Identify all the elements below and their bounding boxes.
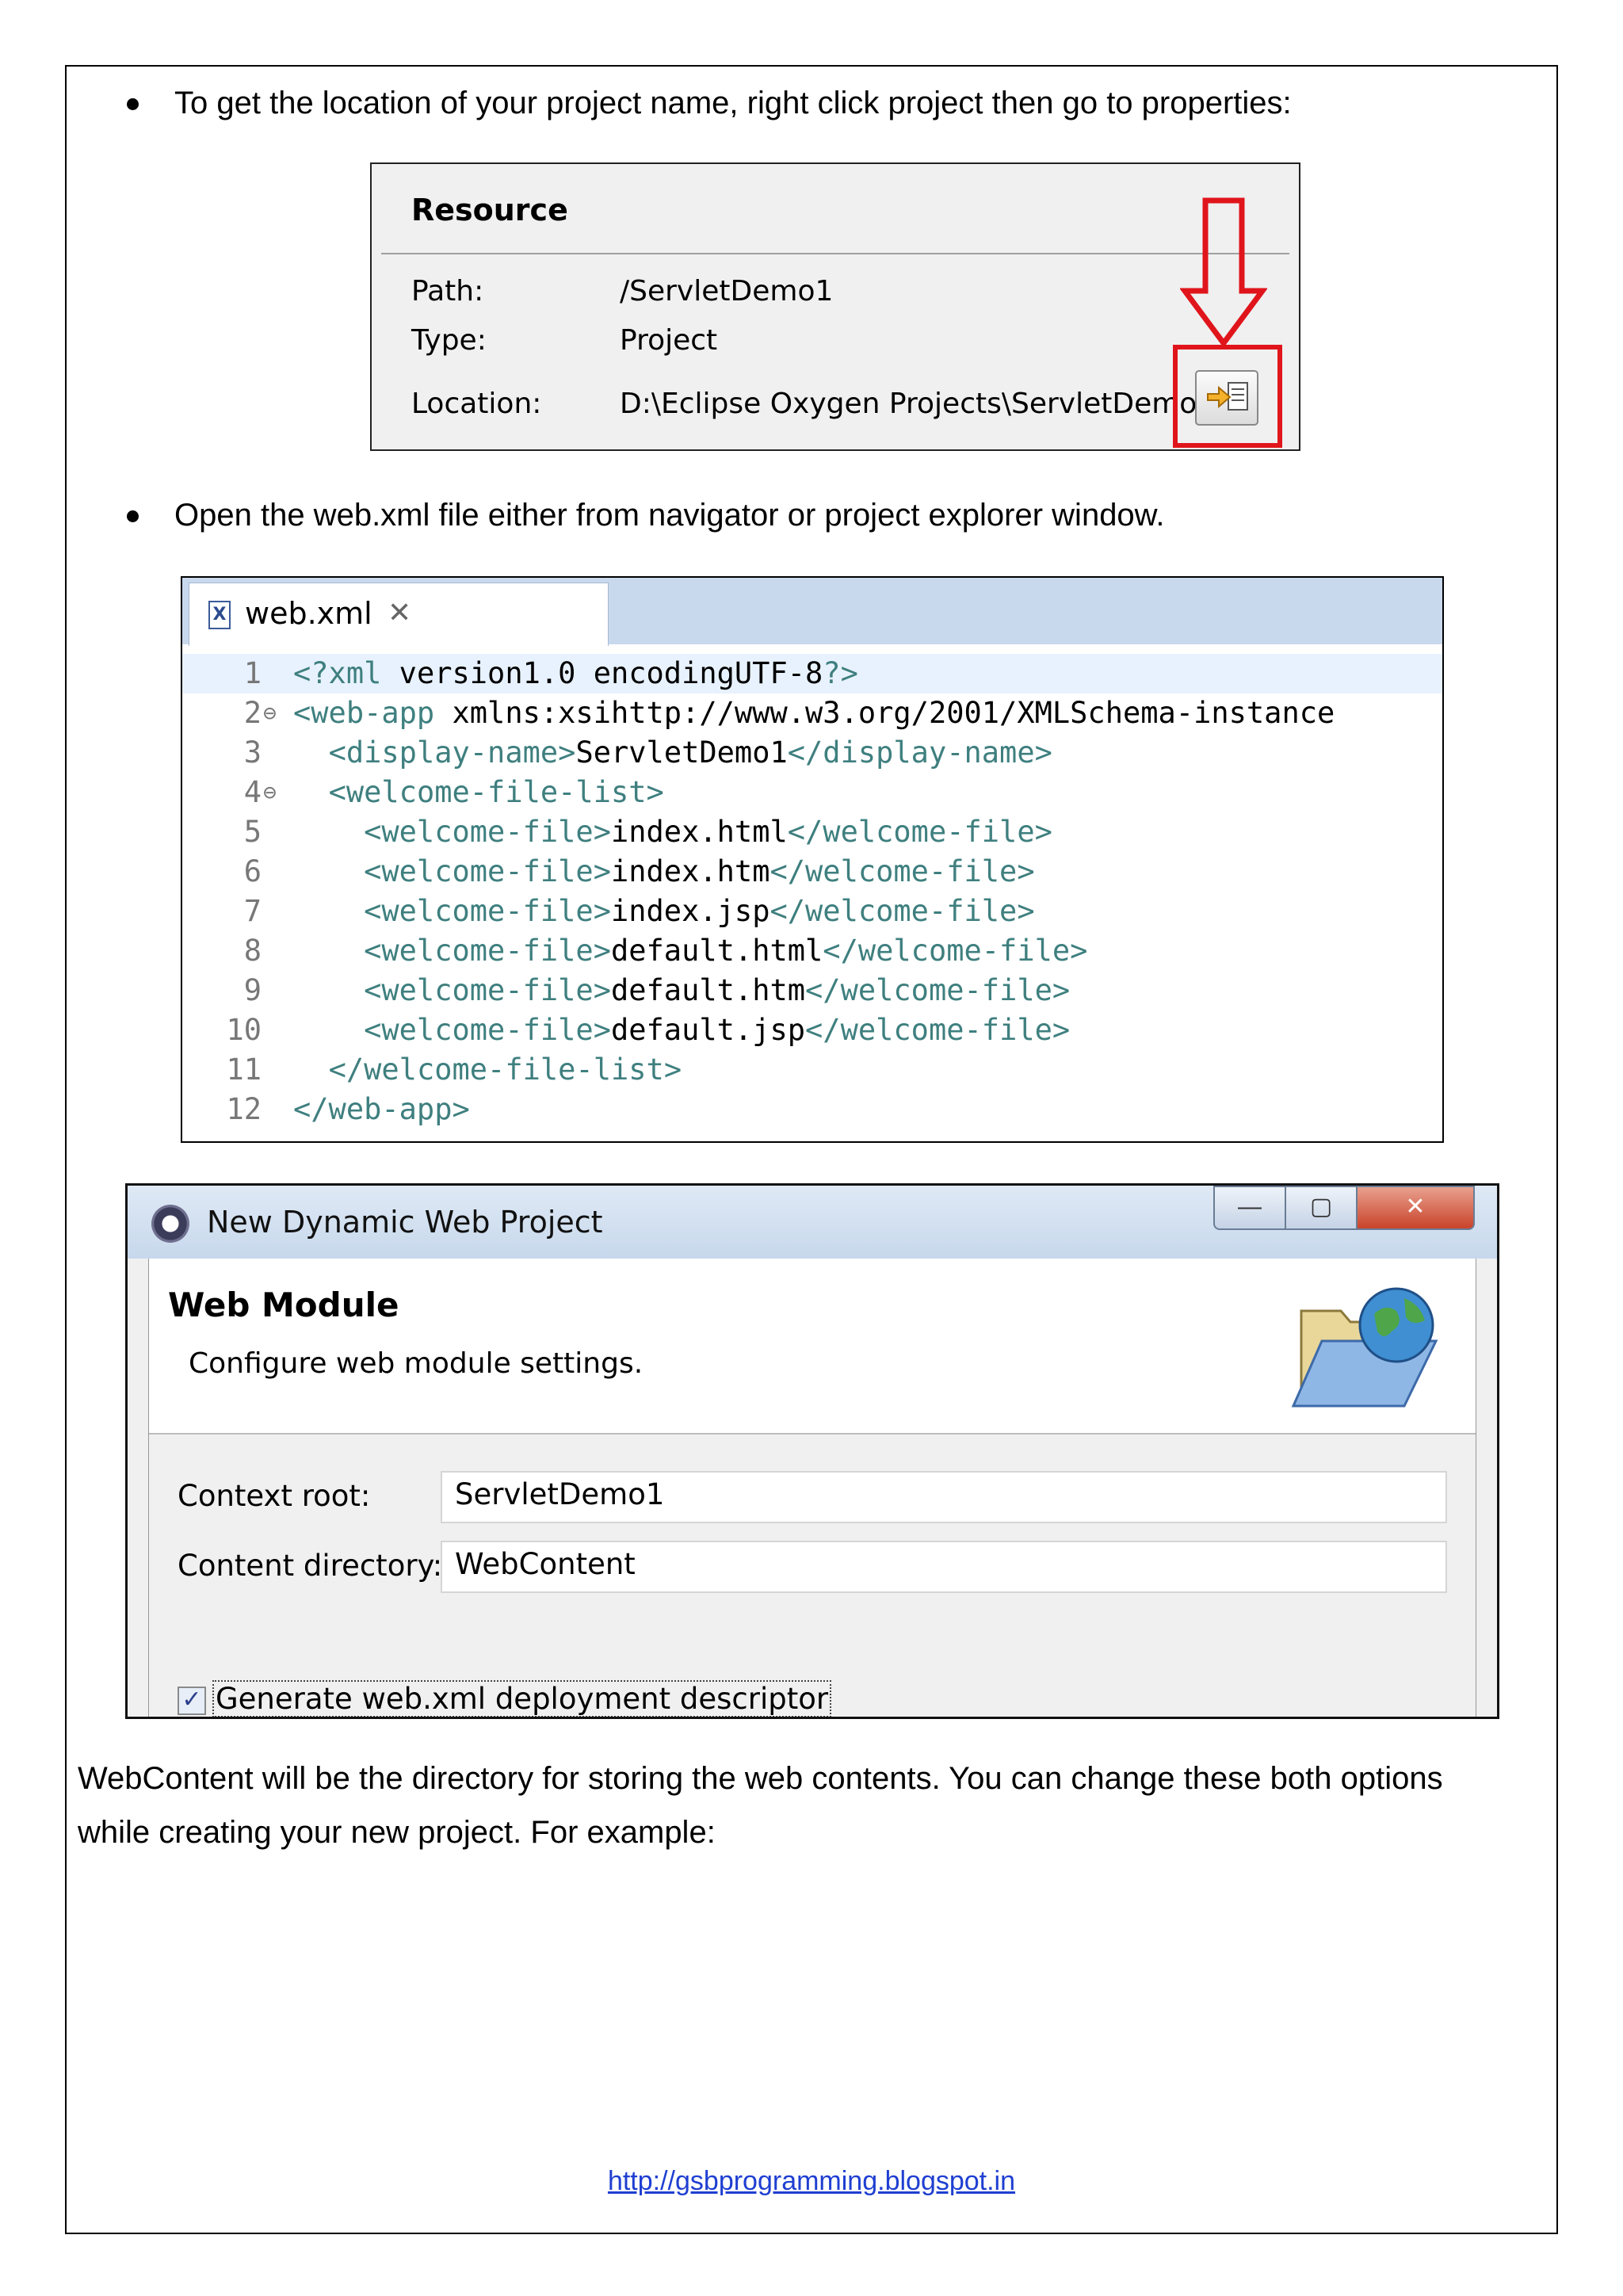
code-area[interactable]: 1 <?xml version1.0 encodingUTF-8?> 2 ⊖ <web-…: [182, 644, 1442, 1141]
content-directory-field[interactable]: WebContent: [441, 1541, 1447, 1593]
close-tab-icon[interactable]: ✕: [388, 596, 411, 629]
line-number: 5: [243, 815, 262, 849]
open-location-button[interactable]: [1195, 370, 1258, 426]
window-title: New Dynamic Web Project: [207, 1205, 603, 1240]
code-text: </welcome-file-list>: [328, 1052, 682, 1087]
footer: http://gsbprogramming.blogspot.in: [0, 2166, 1623, 2197]
code-text: <welcome-file>default.html</welcome-file…: [364, 934, 1088, 968]
type-label: Type:: [411, 324, 487, 357]
line-number: 9: [243, 973, 262, 1007]
code-line[interactable]: 6 <welcome-file>index.htm</welcome-file>: [182, 852, 1442, 892]
eclipse-icon: [151, 1205, 189, 1243]
new-dynamic-web-project-dialog: New Dynamic Web Project — ▢ ✕ Web Module…: [125, 1183, 1499, 1719]
code-line[interactable]: 2 ⊖ <web-app xmlns:xsihttp://www.w3.org/20…: [182, 693, 1442, 733]
line-number: 12: [226, 1092, 262, 1126]
location-value: D:\Eclipse Oxygen Projects\ServletDemo1: [620, 388, 1216, 420]
close-button[interactable]: ✕: [1356, 1186, 1475, 1230]
editor-tabbar: X web.xml ✕: [182, 578, 1442, 646]
code-text: <welcome-file-list>: [328, 775, 664, 809]
page-title: Web Module: [168, 1286, 399, 1324]
content-directory-label: Content directory:: [178, 1549, 443, 1583]
tab-label: web.xml: [245, 596, 372, 631]
code-line[interactable]: 1 <?xml version1.0 encodingUTF-8?>: [182, 654, 1442, 693]
line-number: 7: [243, 894, 262, 928]
code-line[interactable]: 4 ⊖ <welcome-file-list>: [182, 773, 1442, 812]
code-line[interactable]: 11 </welcome-file-list>: [182, 1050, 1442, 1090]
location-label: Location:: [411, 388, 542, 420]
divider: [381, 253, 1289, 254]
fold-collapse-icon[interactable]: ⊖: [263, 773, 277, 812]
code-text: <display-name>ServletDemo1</display-name…: [328, 735, 1052, 770]
footer-link[interactable]: http://gsbprogramming.blogspot.in: [608, 2166, 1015, 2196]
context-root-field[interactable]: ServletDemo1: [441, 1471, 1447, 1523]
resource-properties-panel: Resource Path: /ServletDemo1 Type: Proje…: [370, 162, 1300, 451]
wizard-header: Web Module Configure web module settings…: [149, 1259, 1476, 1435]
context-root-label: Context root:: [178, 1479, 371, 1513]
code-text: <welcome-file>default.htm</welcome-file>: [364, 973, 1071, 1007]
code-text: <web-app xmlns:xsihttp://www.w3.org/2001…: [293, 696, 1335, 730]
minimize-button[interactable]: —: [1213, 1186, 1286, 1230]
bullet-text: To get the location of your project name…: [174, 86, 1292, 120]
line-number: 8: [243, 934, 262, 968]
code-text: <welcome-file>index.html</welcome-file>: [364, 815, 1052, 849]
fold-collapse-icon[interactable]: ⊖: [263, 693, 277, 733]
bullet-text: Open the web.xml file either from naviga…: [174, 498, 1165, 533]
bullet-dot: [127, 98, 139, 110]
generate-web-xml-label[interactable]: Generate web.xml deployment descriptor: [212, 1680, 832, 1717]
code-line[interactable]: 10 <welcome-file>default.jsp</welcome-fi…: [182, 1010, 1442, 1050]
page-description: Configure web module settings.: [189, 1347, 643, 1380]
tab-web-xml[interactable]: X web.xml ✕: [189, 583, 609, 646]
down-arrow-icon: [1180, 197, 1267, 348]
xml-editor[interactable]: X web.xml ✕ 1 <?xml version1.0 encodingUT…: [181, 576, 1444, 1143]
dialog-body: Web Module Configure web module settings…: [148, 1259, 1476, 1717]
body-paragraph: WebContent will be the directory for sto…: [78, 1761, 1443, 1850]
line-number: 10: [226, 1013, 262, 1047]
type-value: Project: [620, 324, 718, 357]
line-number: 2: [243, 696, 262, 730]
open-in-explorer-icon: [1207, 382, 1248, 411]
resource-title: Resource: [411, 193, 568, 227]
line-number: 4: [243, 775, 262, 809]
code-text: <?xml version1.0 encodingUTF-8?>: [293, 656, 858, 690]
code-text: <welcome-file>index.htm</welcome-file>: [364, 854, 1035, 888]
code-text: </web-app>: [293, 1092, 470, 1126]
code-line[interactable]: 3 <display-name>ServletDemo1</display-na…: [182, 733, 1442, 773]
path-value: /ServletDemo1: [620, 275, 834, 308]
code-line[interactable]: 5 <welcome-file>index.html</welcome-file…: [182, 812, 1442, 852]
bullet-dot: [127, 510, 139, 522]
line-number: 3: [243, 735, 262, 770]
maximize-button[interactable]: ▢: [1285, 1186, 1358, 1230]
code-line[interactable]: 9 <welcome-file>default.htm</welcome-fil…: [182, 971, 1442, 1010]
line-number: 1: [243, 656, 262, 690]
line-number: 11: [226, 1052, 262, 1087]
path-label: Path:: [411, 275, 484, 308]
generate-web-xml-checkbox[interactable]: ✓: [178, 1687, 206, 1715]
code-line[interactable]: 7 <welcome-file>index.jsp</welcome-file>: [182, 892, 1442, 931]
code-line[interactable]: 8 <welcome-file>default.html</welcome-fi…: [182, 931, 1442, 971]
code-text: <welcome-file>default.jsp</welcome-file>: [364, 1013, 1071, 1047]
folder-globe-icon: [1291, 1287, 1438, 1408]
code-line[interactable]: 12 </web-app>: [182, 1090, 1442, 1129]
xml-file-icon: X: [208, 601, 231, 629]
line-number: 6: [243, 854, 262, 888]
code-text: <welcome-file>index.jsp</welcome-file>: [364, 894, 1035, 928]
